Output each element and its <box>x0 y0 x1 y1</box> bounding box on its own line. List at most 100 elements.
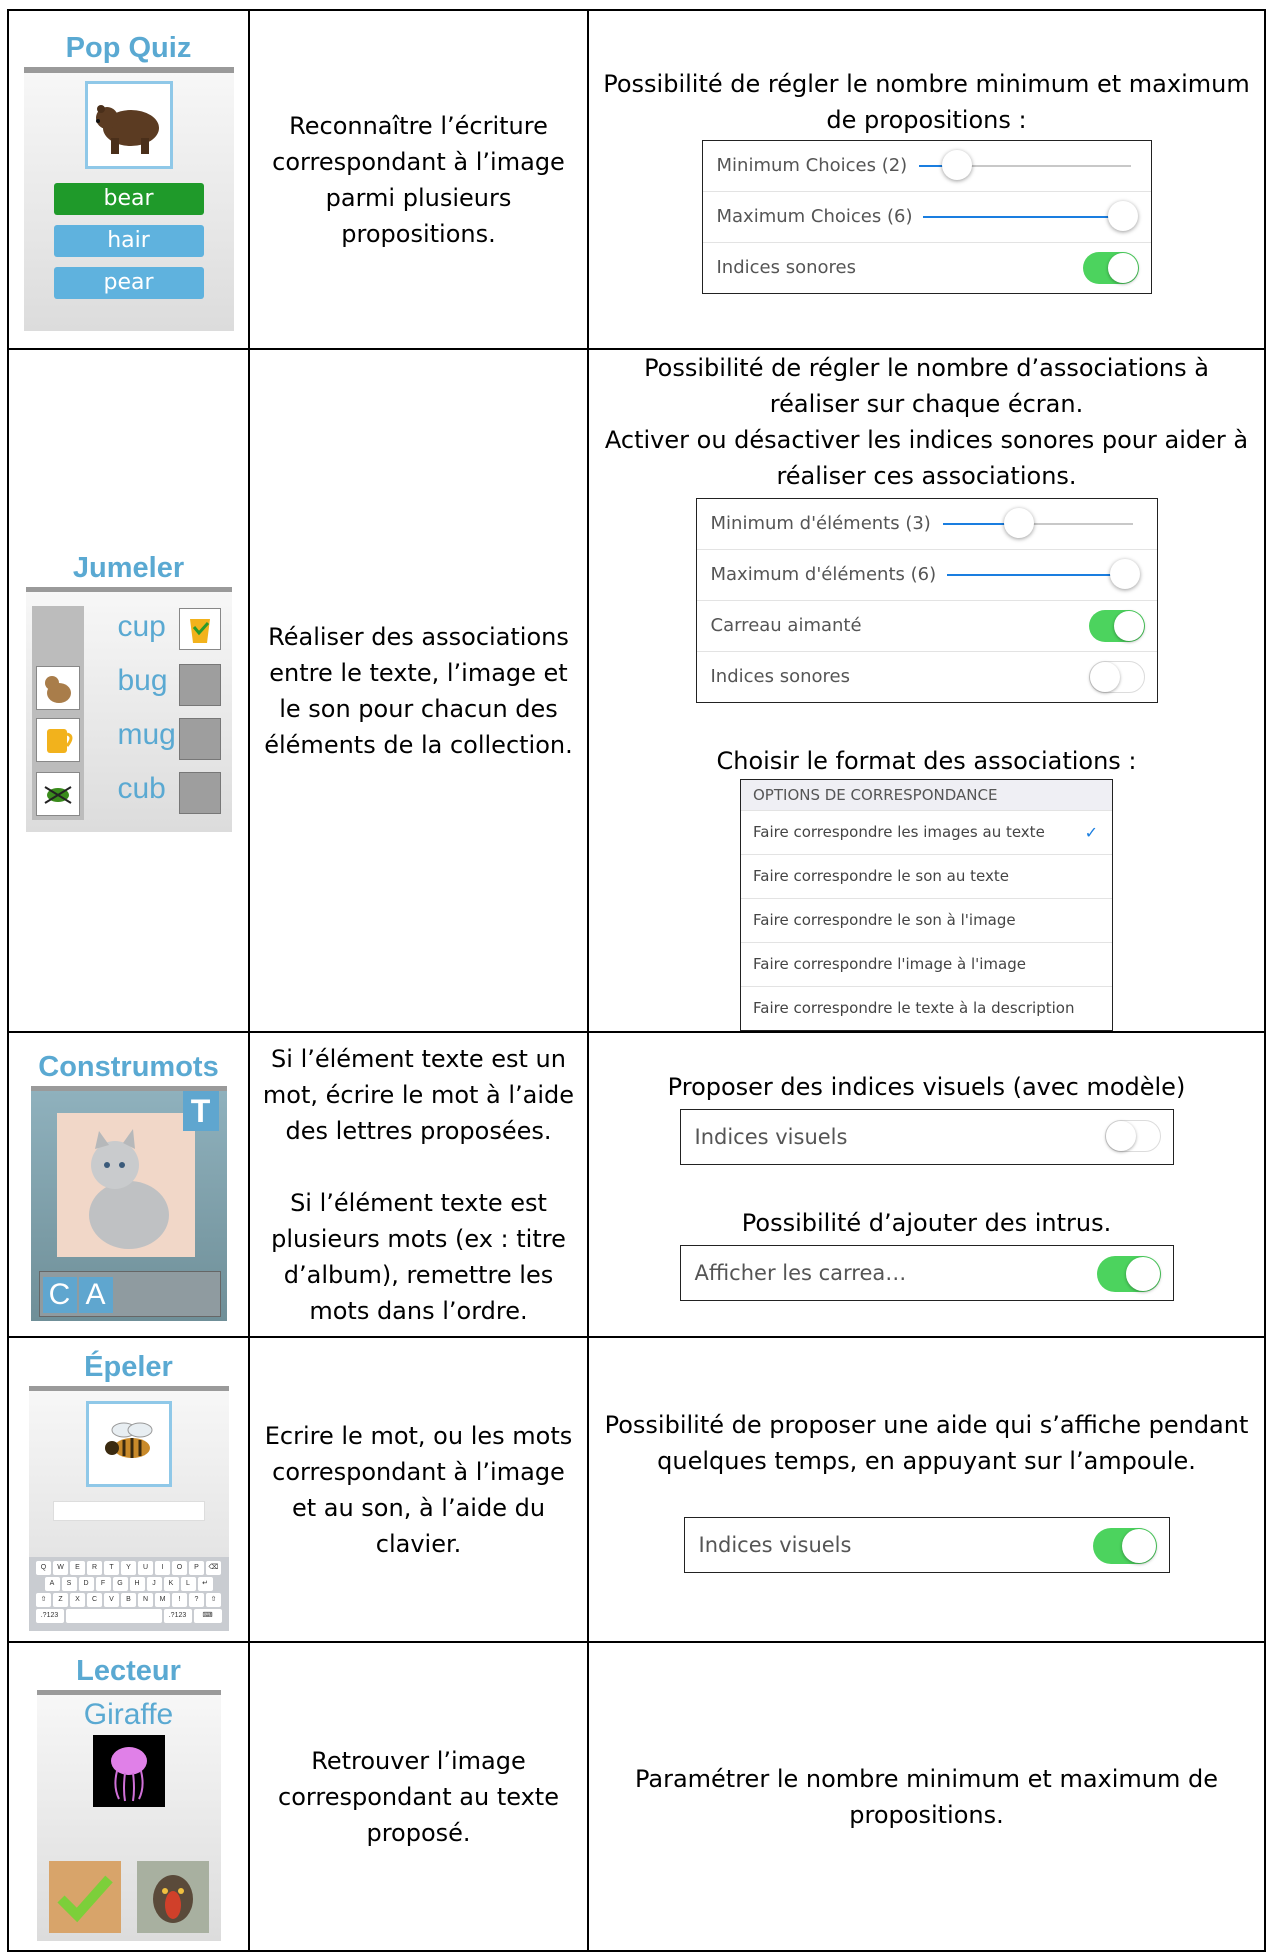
keyboard-key[interactable]: R <box>87 1561 102 1575</box>
description-line: correspondant à l’image <box>272 1457 565 1486</box>
description-line: le son pour chacun des <box>279 694 558 723</box>
options-heading: Possibilité de régler le nombre minimum … <box>603 69 1250 98</box>
answer-button[interactable]: hair <box>53 224 204 257</box>
keyboard-key[interactable]: C <box>87 1593 102 1607</box>
app-title: Construmots <box>38 1051 219 1083</box>
keyboard-key[interactable]: J <box>146 1577 162 1591</box>
drop-slot[interactable] <box>178 772 221 814</box>
afficher-carreaux-toggle[interactable] <box>1096 1255 1161 1292</box>
text-badge[interactable]: T <box>182 1091 219 1131</box>
word-tile[interactable]: cup <box>118 610 166 644</box>
setting-label: Carreau aimanté <box>710 615 862 636</box>
keyboard-key[interactable]: Z <box>53 1593 68 1607</box>
match-option-label: Faire correspondre les images au texte <box>753 823 1045 841</box>
indices-visuels-toggle[interactable] <box>1092 1527 1157 1564</box>
bear-cub-icon[interactable] <box>35 666 80 710</box>
keyboard-key[interactable]: W <box>53 1561 68 1575</box>
bee-icon <box>85 1401 172 1487</box>
keyboard-key[interactable]: .?123 <box>35 1609 64 1623</box>
options-heading: Paramétrer le nombre minimum et maximum … <box>634 1764 1219 1793</box>
keyboard-key[interactable]: V <box>104 1593 119 1607</box>
match-option-label: Faire correspondre l'image à l'image <box>753 955 1026 973</box>
drop-slot[interactable] <box>178 664 221 706</box>
app-title: Pop Quiz <box>65 31 192 64</box>
keyboard-key[interactable]: ⇧ <box>36 1593 51 1607</box>
setting-label: Indices visuels <box>698 1532 852 1557</box>
indices-sonores-toggle[interactable] <box>1082 251 1139 284</box>
keyboard-key[interactable]: Y <box>121 1561 136 1575</box>
keyboard-key[interactable]: ? <box>189 1593 204 1607</box>
keyboard-key[interactable]: U <box>138 1561 153 1575</box>
keyboard-key[interactable]: ⌨ <box>193 1609 222 1623</box>
min-elements-slider[interactable] <box>942 508 1133 538</box>
answer-button-correct[interactable]: bear <box>53 182 204 215</box>
match-option[interactable]: Faire correspondre l'image à l'image <box>741 942 1112 986</box>
keyboard-key[interactable]: D <box>78 1577 94 1591</box>
keyboard-key[interactable]: ↵ <box>197 1577 213 1591</box>
options-heading: Activer ou désactiver les indices sonore… <box>604 426 1249 454</box>
keyboard-key[interactable]: .?123 <box>163 1609 192 1623</box>
keyboard-key[interactable]: X <box>70 1593 85 1607</box>
answer-input[interactable] <box>52 1501 205 1521</box>
min-choices-slider[interactable] <box>918 149 1131 180</box>
mug-icon[interactable] <box>35 718 80 762</box>
description-line: mot, écrire le mot à l’aide <box>262 1080 575 1109</box>
keyboard-key[interactable]: I <box>155 1561 170 1575</box>
keyboard-key[interactable]: E <box>70 1561 85 1575</box>
setting-label: Maximum Choices (6) <box>716 205 913 227</box>
word-tile[interactable]: bug <box>118 664 168 698</box>
word-tile[interactable]: cub <box>118 772 166 806</box>
keyboard-key[interactable]: O <box>172 1561 187 1575</box>
keyboard-key[interactable]: A <box>44 1577 60 1591</box>
keyboard-key[interactable]: L <box>180 1577 196 1591</box>
keyboard-key[interactable]: P <box>189 1561 204 1575</box>
max-elements-slider[interactable] <box>946 559 1140 589</box>
setting-label: Minimum Choices (2) <box>716 154 908 176</box>
keyboard-key[interactable]: T <box>104 1561 119 1575</box>
indices-visuels-toggle[interactable] <box>1104 1119 1161 1152</box>
keyboard-key[interactable]: ! <box>172 1593 187 1607</box>
match-option[interactable]: Faire correspondre le texte à la descrip… <box>741 986 1112 1030</box>
letter-tile[interactable]: A <box>78 1277 113 1313</box>
carreau-aimante-toggle[interactable] <box>1088 610 1145 642</box>
keyboard-key[interactable]: Q <box>36 1561 51 1575</box>
mandrill-icon[interactable] <box>136 1861 209 1933</box>
description-cell: Réaliser des associations entre le texte… <box>248 348 589 1033</box>
settings-panel: Minimum Choices (2) Maximum Choices (6) … <box>701 139 1152 294</box>
keyboard-key[interactable]: B <box>121 1593 136 1607</box>
letter-tile[interactable]: C <box>42 1277 77 1313</box>
setting-min-elements: Minimum d'éléments (3) <box>696 499 1157 550</box>
keyboard-key[interactable] <box>65 1609 162 1623</box>
match-options-list: OPTIONS DE CORRESPONDANCE Faire correspo… <box>740 779 1113 1031</box>
answer-button[interactable]: pear <box>53 266 204 299</box>
bug-icon[interactable] <box>35 772 80 816</box>
description-line: Si l’élément texte est un <box>271 1044 566 1073</box>
options-cell: Possibilité de proposer une aide qui s’a… <box>587 1336 1266 1643</box>
row-lecteur: Lecteur Giraffe Retrouver l’image corres… <box>7 1641 1266 1952</box>
keyboard-key[interactable]: ⇧ <box>206 1593 221 1607</box>
keyboard-key[interactable]: G <box>112 1577 128 1591</box>
check-icon: ✓ <box>1084 823 1098 842</box>
keyboard-key[interactable]: S <box>61 1577 77 1591</box>
keyboard-key[interactable]: F <box>95 1577 111 1591</box>
keyboard-key[interactable]: N <box>138 1593 153 1607</box>
indices-sonores-toggle[interactable] <box>1088 661 1145 693</box>
app-title: Lecteur <box>76 1655 181 1687</box>
setting-label: Indices sonores <box>716 256 856 278</box>
description-line: d’album), remettre les <box>283 1260 554 1289</box>
cat-icon <box>56 1113 195 1257</box>
word-tile[interactable]: mug <box>118 718 176 752</box>
options-heading: de propositions : <box>826 105 1027 134</box>
jellyfish-icon[interactable] <box>92 1735 165 1807</box>
match-option[interactable]: Faire correspondre les images au texte ✓ <box>741 810 1112 854</box>
keyboard-key[interactable]: M <box>155 1593 170 1607</box>
drop-slot[interactable] <box>178 718 221 760</box>
keyboard-key[interactable]: H <box>129 1577 145 1591</box>
match-option[interactable]: Faire correspondre le son à l'image <box>741 898 1112 942</box>
match-option[interactable]: Faire correspondre le son au texte <box>741 854 1112 898</box>
cup-drop-slot[interactable] <box>178 608 221 650</box>
max-choices-slider[interactable] <box>922 200 1138 231</box>
keyboard-key[interactable]: ⌫ <box>206 1561 221 1575</box>
keyboard-key[interactable]: K <box>163 1577 179 1591</box>
checkmark-icon[interactable] <box>48 1861 121 1933</box>
